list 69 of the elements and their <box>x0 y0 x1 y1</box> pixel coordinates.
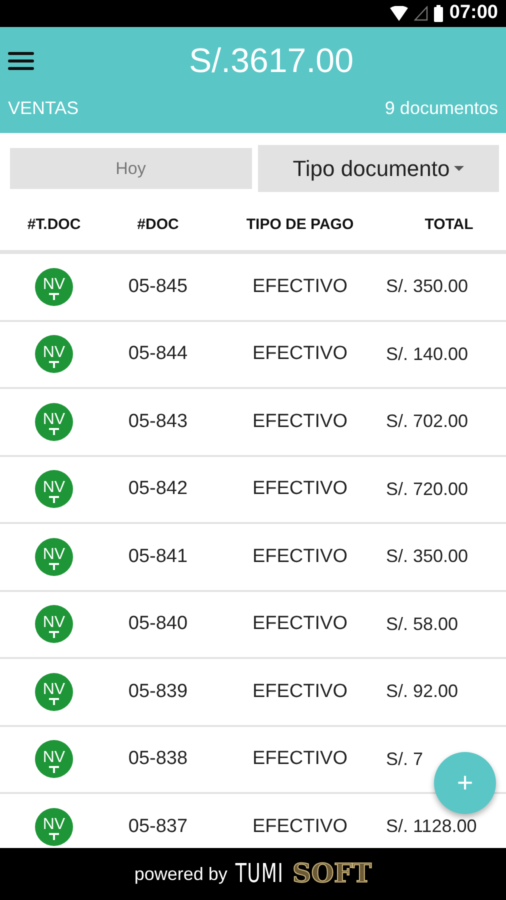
doc-type-label: NV <box>42 412 66 428</box>
battery-icon <box>434 5 444 22</box>
doc-type-label: NV <box>42 682 66 698</box>
payment-type: EFECTIVO <box>252 477 348 501</box>
tee-icon <box>49 766 59 773</box>
payment-type: EFECTIVO <box>252 342 348 366</box>
menu-icon[interactable] <box>8 51 34 71</box>
total-amount: S/. 702.00 <box>386 410 468 434</box>
payment-type: EFECTIVO <box>252 680 348 704</box>
brand-logo-text: SOFT <box>292 858 372 890</box>
total-amount: S/. 350.00 <box>386 545 468 568</box>
payment-type: EFECTIVO <box>252 612 348 636</box>
doc-number: 05-837 <box>128 814 188 838</box>
total-amount: S/. 92.00 <box>386 680 458 704</box>
payment-type: EFECTIVO <box>252 814 348 838</box>
table-row[interactable]: NV 05-841 EFECTIVO S/. 350.00 <box>0 524 506 592</box>
doc-type-label: NV <box>42 480 66 496</box>
table-row[interactable]: NV 05-845 EFECTIVO S/. 350.00 <box>0 254 506 322</box>
tee-icon <box>49 496 59 503</box>
caret-icon <box>454 166 464 171</box>
brand-logo-text: TUMI <box>236 858 284 890</box>
doc-type-label: NV <box>42 277 66 294</box>
table-row[interactable]: NV 05-843 EFECTIVO S/. 702.00 <box>0 389 506 456</box>
table-row[interactable]: NV 05-840 EFECTIVO S/. 58.00 <box>0 592 506 659</box>
payment-type: EFECTIVO <box>252 747 348 771</box>
doc-number: 05-841 <box>128 544 188 568</box>
section-title: VENTAS <box>8 97 79 120</box>
total-amount: S/. 58.00 <box>386 612 458 636</box>
total-amount: S/. 140.00 <box>386 342 468 366</box>
total-amount: S/. 7 <box>386 748 424 771</box>
doc-number: 05-842 <box>128 477 188 501</box>
tee-icon <box>49 360 59 368</box>
tee-icon <box>49 428 59 436</box>
total-amount: S/. 720.00 <box>386 478 468 501</box>
doc-number: 05-845 <box>128 274 188 298</box>
doc-type-label: NV <box>42 547 66 564</box>
total-amount: S/. 1128.00 <box>386 815 477 838</box>
wifi-icon <box>390 6 408 21</box>
payment-type: EFECTIVO <box>252 544 348 568</box>
doc-type-label: NV <box>42 750 66 766</box>
doc-number: 05-844 <box>128 342 188 366</box>
document-count: 9 documentos <box>384 97 498 120</box>
column-header: TOTAL <box>424 214 474 235</box>
powered-by-text: powered by <box>134 862 228 886</box>
status-time: 07:00 <box>449 1 498 26</box>
tee-icon <box>49 563 59 570</box>
tee-icon <box>49 630 59 638</box>
column-header: #DOC <box>137 214 179 235</box>
doc-type-label: NV <box>42 344 66 361</box>
total-amount: S/.3617.00 <box>189 40 354 82</box>
table-row[interactable]: NV 05-842 EFECTIVO S/. 720.00 <box>0 456 506 524</box>
total-amount: S/. 350.00 <box>386 275 468 298</box>
signal-icon <box>414 6 428 21</box>
table-row[interactable]: NV 05-839 EFECTIVO S/. 92.00 <box>0 659 506 726</box>
doc-number: 05-840 <box>128 612 188 636</box>
column-header: #T.DOC <box>27 214 81 235</box>
doc-number: 05-843 <box>128 410 188 434</box>
doc-type-label: NV <box>42 614 66 631</box>
doc-number: 05-839 <box>128 680 188 704</box>
doc-number: 05-838 <box>128 747 188 771</box>
payment-type: EFECTIVO <box>252 410 348 434</box>
column-header: TIPO DE PAGO <box>246 214 354 235</box>
tee-icon <box>49 833 59 840</box>
table-row[interactable]: NV 05-844 EFECTIVO S/. 140.00 <box>0 322 506 389</box>
doc-type-label: NV <box>42 817 66 834</box>
document-type-dropdown[interactable]: Tipo documento <box>258 145 499 192</box>
payment-type: EFECTIVO <box>252 274 348 298</box>
tee-icon <box>49 293 59 300</box>
tee-icon <box>49 698 59 706</box>
